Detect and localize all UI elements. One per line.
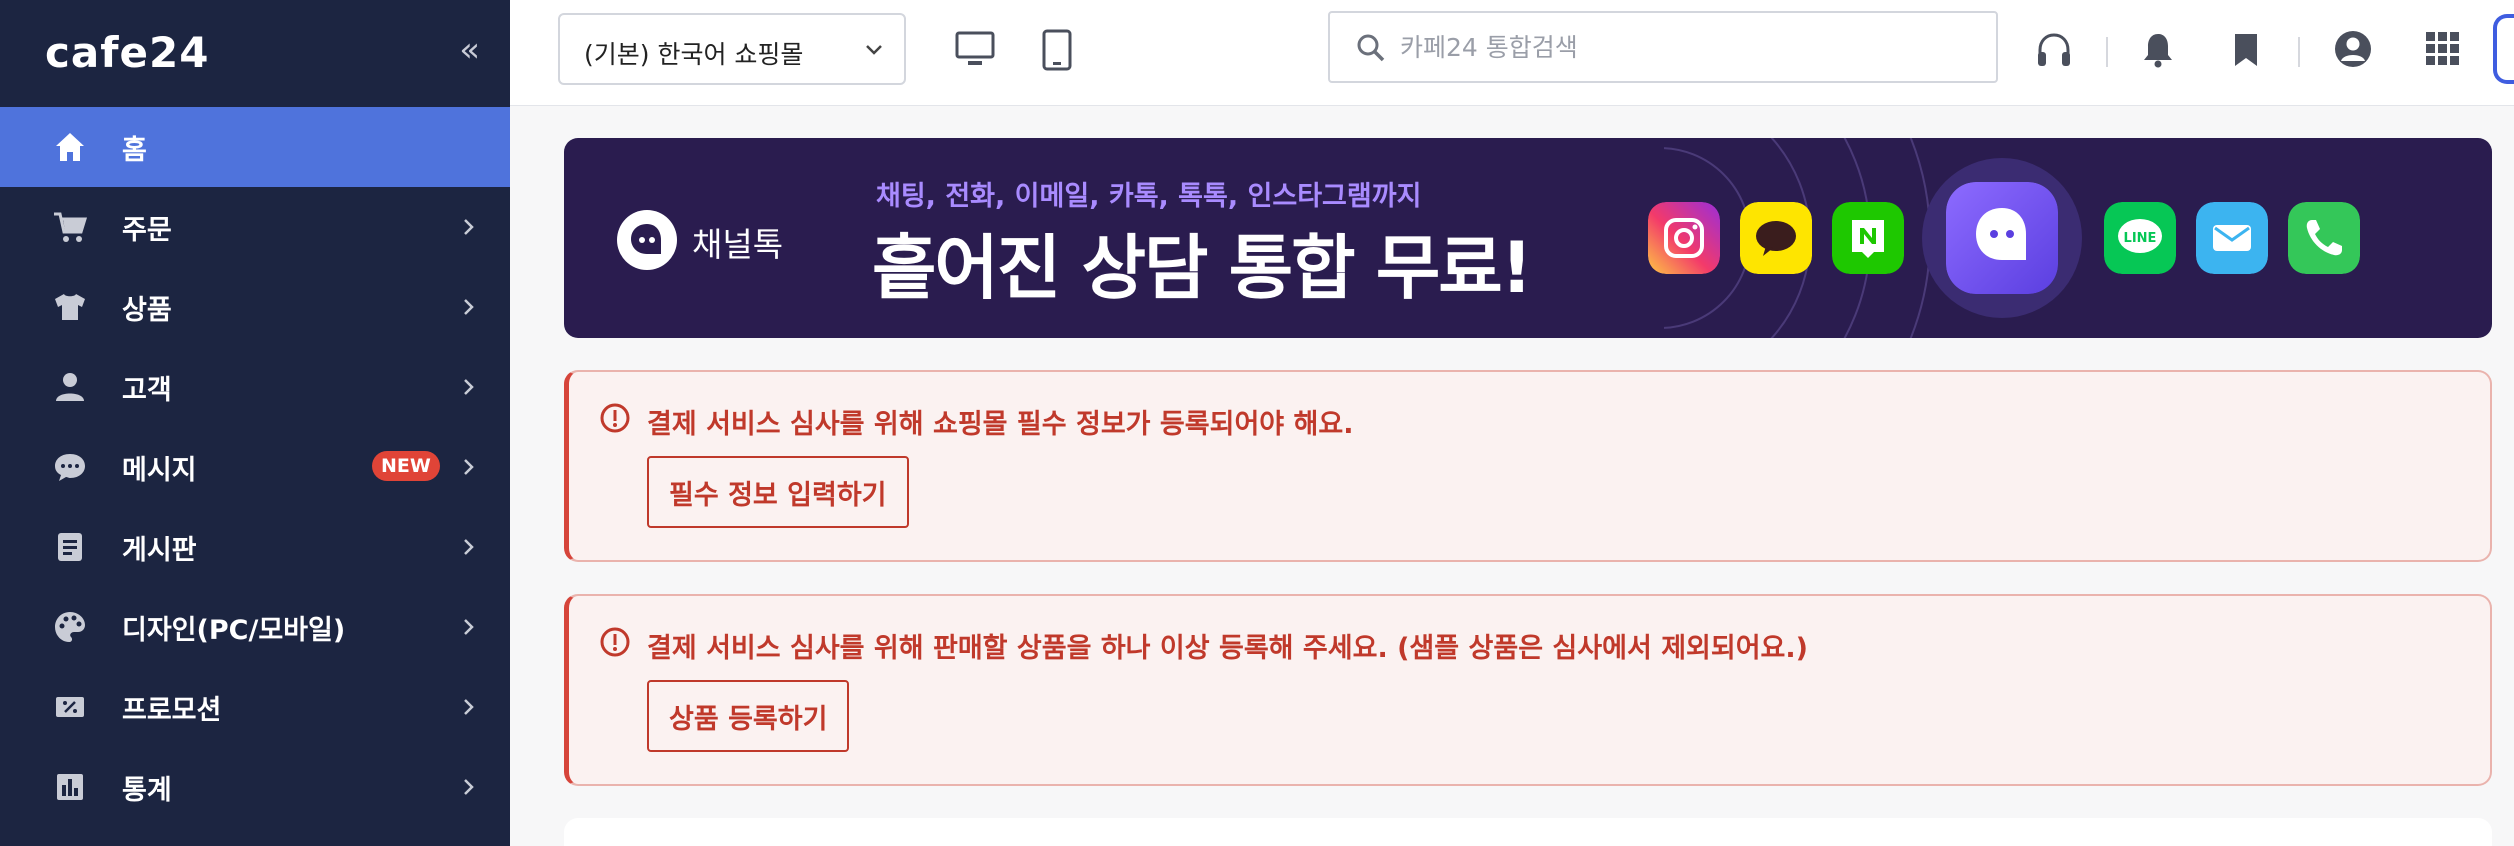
chevron-right-icon bbox=[464, 459, 474, 475]
person-icon bbox=[56, 373, 84, 401]
headset-icon[interactable] bbox=[2034, 30, 2074, 72]
alert-circle-icon bbox=[600, 627, 630, 657]
top-bar: (기본) 한국어 쇼핑몰 bbox=[510, 0, 2514, 106]
search-icon bbox=[1357, 34, 1385, 62]
bell-icon[interactable] bbox=[2140, 30, 2176, 70]
sidebar-item-promotion[interactable]: 프로모션 bbox=[0, 667, 510, 747]
banner-subtitle: 채팅, 전화, 이메일, 카톡, 톡톡, 인스타그램까지 bbox=[876, 181, 1422, 212]
sidebar-item-home[interactable]: 홈 bbox=[0, 107, 510, 187]
account-icon[interactable] bbox=[2332, 28, 2374, 70]
sidebar: cafe24 « 홈 주문 상품 고객 메시지 NEW 게시판 디자인(PC/모… bbox=[0, 0, 510, 846]
new-badge: NEW bbox=[372, 451, 440, 481]
sidebar-item-board[interactable]: 게시판 bbox=[0, 507, 510, 587]
monitor-icon[interactable] bbox=[954, 30, 996, 70]
phone-icon bbox=[2288, 202, 2360, 274]
channeltalk-promo-banner[interactable]: 채널톡 채팅, 전화, 이메일, 카톡, 톡톡, 인스타그램까지 흩어진 상담 … bbox=[564, 138, 2492, 338]
sidebar-nav: 홈 주문 상품 고객 메시지 NEW 게시판 디자인(PC/모바일) 프로모션 … bbox=[0, 107, 510, 827]
sidebar-item-messages[interactable]: 메시지 NEW bbox=[0, 427, 510, 507]
instagram-icon bbox=[1648, 202, 1720, 274]
banner-brand: 채널톡 bbox=[692, 225, 784, 264]
banner-title: 흩어진 상담 통합 무료! bbox=[872, 227, 1533, 309]
tablet-icon[interactable] bbox=[1040, 28, 1074, 72]
divider bbox=[2106, 37, 2108, 67]
chevron-down-icon bbox=[866, 45, 882, 55]
sidebar-item-statistics[interactable]: 통계 bbox=[0, 747, 510, 827]
home-icon bbox=[56, 133, 84, 161]
sidebar-item-products[interactable]: 상품 bbox=[0, 267, 510, 347]
chevron-right-icon bbox=[464, 619, 474, 635]
cut-off-button[interactable] bbox=[2493, 14, 2514, 84]
content-card bbox=[564, 818, 2492, 846]
apps-grid-icon[interactable] bbox=[2424, 30, 2462, 68]
sidebar-item-orders[interactable]: 주문 bbox=[0, 187, 510, 267]
sidebar-item-label: 게시판 bbox=[122, 534, 197, 566]
chart-icon bbox=[57, 774, 83, 800]
shop-select-value: (기본) 한국어 쇼핑몰 bbox=[584, 40, 804, 69]
board-icon bbox=[58, 533, 82, 561]
register-product-button[interactable]: 상품 등록하기 bbox=[647, 680, 850, 752]
search-input[interactable] bbox=[1400, 27, 1960, 67]
sidebar-item-design[interactable]: 디자인(PC/모바일) bbox=[0, 587, 510, 667]
kakaotalk-icon bbox=[1740, 202, 1812, 274]
chevron-right-icon bbox=[464, 779, 474, 795]
logo-row: cafe24 « bbox=[0, 0, 510, 107]
chevron-right-icon bbox=[464, 379, 474, 395]
bookmark-icon[interactable] bbox=[2230, 30, 2262, 70]
line-icon: LINE bbox=[2104, 202, 2176, 274]
chevron-right-icon bbox=[464, 299, 474, 315]
chevron-right-icon bbox=[464, 699, 474, 715]
alert-register-product: 결제 서비스 심사를 위해 판매할 상품을 하나 이상 등록해 주세요. (샘플… bbox=[564, 594, 2492, 786]
alert-circle-icon bbox=[600, 403, 630, 433]
sidebar-item-label: 메시지 bbox=[122, 454, 197, 486]
chevron-right-icon bbox=[464, 219, 474, 235]
cart-icon bbox=[54, 212, 88, 242]
divider bbox=[2298, 37, 2300, 67]
cafe24-logo[interactable]: cafe24 bbox=[45, 28, 209, 77]
enter-required-info-button[interactable]: 필수 정보 입력하기 bbox=[647, 456, 909, 528]
naver-talktalk-icon bbox=[1832, 202, 1904, 274]
channeltalk-logo-icon bbox=[617, 210, 677, 270]
sidebar-item-label: 주문 bbox=[122, 214, 172, 246]
sidebar-item-label: 통계 bbox=[122, 774, 172, 806]
sidebar-item-customers[interactable]: 고객 bbox=[0, 347, 510, 427]
alert-message: 결제 서비스 심사를 위해 판매할 상품을 하나 이상 등록해 주세요. (샘플… bbox=[647, 633, 1808, 664]
sidebar-item-label: 프로모션 bbox=[122, 694, 222, 726]
channeltalk-icon bbox=[1946, 182, 2058, 294]
sidebar-item-label: 홈 bbox=[122, 134, 147, 166]
alert-message: 결제 서비스 심사를 위해 쇼핑몰 필수 정보가 등록되어야 해요. bbox=[647, 409, 1354, 440]
shop-select-dropdown[interactable]: (기본) 한국어 쇼핑몰 bbox=[558, 13, 906, 85]
collapse-sidebar-icon[interactable]: « bbox=[459, 32, 480, 68]
chevron-right-icon bbox=[464, 539, 474, 555]
sidebar-item-label: 고객 bbox=[122, 374, 172, 406]
email-icon bbox=[2196, 202, 2268, 274]
sidebar-item-label: 상품 bbox=[122, 294, 172, 326]
shirt-icon bbox=[55, 294, 85, 320]
chat-icon bbox=[55, 454, 85, 481]
sidebar-item-label: 디자인(PC/모바일) bbox=[122, 614, 346, 646]
coupon-icon bbox=[56, 697, 84, 717]
alert-required-info: 결제 서비스 심사를 위해 쇼핑몰 필수 정보가 등록되어야 해요. 필수 정보… bbox=[564, 370, 2492, 562]
global-search-box[interactable] bbox=[1328, 11, 1998, 83]
svg-text:LINE: LINE bbox=[2124, 231, 2157, 246]
palette-icon bbox=[55, 612, 85, 642]
